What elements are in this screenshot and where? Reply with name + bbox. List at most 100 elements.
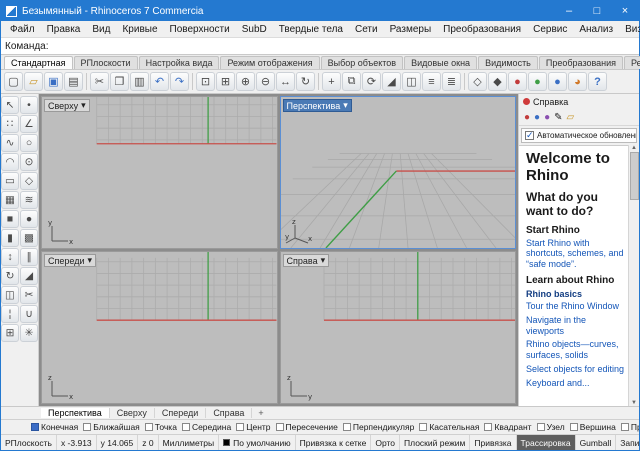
tool-scale-button[interactable]: ◢ bbox=[20, 267, 38, 285]
close-button[interactable]: × bbox=[611, 1, 639, 21]
toolbar-save-button[interactable]: ▣ bbox=[44, 72, 63, 91]
osnap-end[interactable]: Конечная bbox=[31, 422, 78, 432]
tool-arc-button[interactable]: ◠ bbox=[1, 153, 19, 171]
osnap-toggle[interactable]: Привязка bbox=[470, 435, 516, 450]
osnap-point-checkbox[interactable] bbox=[145, 423, 153, 431]
menu-transform[interactable]: Преобразования bbox=[437, 23, 527, 36]
help-link-navigate[interactable]: Navigate in the viewports bbox=[526, 315, 625, 337]
osnap-near[interactable]: Ближайшая bbox=[83, 422, 140, 432]
edit-icon[interactable]: ✎ bbox=[554, 112, 562, 123]
tab-cplanes[interactable]: РПлоскости bbox=[74, 56, 138, 69]
tool-rectangle-button[interactable]: ▭ bbox=[1, 172, 19, 190]
toolbar-mirror-button[interactable]: ◫ bbox=[402, 72, 421, 91]
help-link-keyboard[interactable]: Keyboard and... bbox=[526, 378, 625, 389]
toolbar-properties-button[interactable]: ≣ bbox=[442, 72, 461, 91]
toolbar-pan-button[interactable]: ↔ bbox=[276, 72, 295, 91]
osnap-project-checkbox[interactable] bbox=[621, 423, 629, 431]
tool-split-button[interactable]: ¦ bbox=[1, 305, 19, 323]
viewport-top[interactable]: Сверху ▾ y x bbox=[41, 96, 278, 249]
menu-render[interactable]: Визуализация bbox=[619, 23, 640, 36]
toolbar-render-blue-button[interactable]: ● bbox=[548, 72, 567, 91]
menu-curves[interactable]: Кривые bbox=[116, 23, 163, 36]
web-icon[interactable]: ● bbox=[534, 112, 540, 123]
osnap-knot[interactable]: Узел bbox=[537, 422, 565, 432]
command-input[interactable] bbox=[53, 41, 639, 52]
osnap-near-checkbox[interactable] bbox=[83, 423, 91, 431]
help-link-start-rhino[interactable]: Start Rhino with shortcuts, schemes, and… bbox=[526, 238, 625, 270]
menu-surfaces[interactable]: Поверхности bbox=[164, 23, 236, 36]
toolbar-wireframe-button[interactable]: ◇ bbox=[468, 72, 487, 91]
planar-toggle[interactable]: Плоский режим bbox=[400, 435, 470, 450]
toolbar-rotate-view-button[interactable]: ↻ bbox=[296, 72, 315, 91]
osnap-mid[interactable]: Середина bbox=[182, 422, 231, 432]
osnap-end-checkbox[interactable] bbox=[31, 423, 39, 431]
scroll-down-arrow-icon[interactable]: ▼ bbox=[631, 400, 637, 406]
viewport-perspective-label[interactable]: Перспектива ▾ bbox=[283, 99, 352, 112]
viewport-menu-caret-icon[interactable]: ▾ bbox=[81, 100, 86, 111]
tool-group-button[interactable]: ⊞ bbox=[1, 324, 19, 342]
tab-display-mode[interactable]: Режим отображения bbox=[220, 56, 319, 69]
toolbar-zoom-window-button[interactable]: ⊞ bbox=[216, 72, 235, 91]
menu-tools[interactable]: Сервис bbox=[527, 23, 573, 36]
toolbar-shaded-button[interactable]: ◆ bbox=[488, 72, 507, 91]
viewport-menu-caret-icon[interactable]: ▾ bbox=[343, 100, 348, 111]
viewport-right[interactable]: Справа ▾ z y bbox=[280, 251, 517, 404]
record-history-toggle[interactable]: Запись истории bbox=[616, 435, 639, 450]
tool-polygon-button[interactable]: ◇ bbox=[20, 172, 38, 190]
toolbar-render-multi-button[interactable]: ◕ bbox=[568, 72, 587, 91]
tool-copy-button[interactable]: ∥ bbox=[20, 248, 38, 266]
open-icon[interactable]: ▱ bbox=[567, 112, 575, 123]
scrollbar-thumb[interactable] bbox=[630, 152, 639, 200]
tool-curve-button[interactable]: ∿ bbox=[1, 134, 19, 152]
toolbar-cut-button[interactable]: ✂ bbox=[90, 72, 109, 91]
toolbar-paste-button[interactable]: ▥ bbox=[130, 72, 149, 91]
maximize-button[interactable]: □ bbox=[583, 1, 611, 21]
layer-button[interactable]: По умолчанию bbox=[219, 435, 295, 450]
osnap-vertex[interactable]: Вершина bbox=[570, 422, 616, 432]
tool-trim-button[interactable]: ✂ bbox=[20, 286, 38, 304]
menu-file[interactable]: Файл bbox=[4, 23, 41, 36]
tab-viewports[interactable]: Видовые окна bbox=[404, 56, 477, 69]
tool-cylinder-button[interactable]: ▮ bbox=[1, 229, 19, 247]
tool-point-button[interactable]: • bbox=[20, 96, 38, 114]
viewport-tab-perspective[interactable]: Перспектива bbox=[41, 408, 110, 418]
menu-edit[interactable]: Правка bbox=[41, 23, 87, 36]
toolbar-zoom-in-button[interactable]: ⊕ bbox=[236, 72, 255, 91]
toolbar-redo-button[interactable]: ↷ bbox=[170, 72, 189, 91]
viewport-tab-top[interactable]: Сверху bbox=[110, 408, 155, 418]
help-link-objects[interactable]: Rhino objects—curves, surfaces, solids bbox=[526, 339, 625, 361]
tool-ellipse-button[interactable]: ⊙ bbox=[20, 153, 38, 171]
toolbar-zoom-extents-button[interactable]: ⊡ bbox=[196, 72, 215, 91]
menu-meshes[interactable]: Сети bbox=[349, 23, 384, 36]
toolbar-scale-button[interactable]: ◢ bbox=[382, 72, 401, 91]
viewport-front-label[interactable]: Спереди ▾ bbox=[44, 254, 96, 267]
toolbar-new-file-button[interactable]: ▢ bbox=[4, 72, 23, 91]
help-link-select[interactable]: Select objects for editing bbox=[526, 364, 625, 375]
tab-select-objects[interactable]: Выбор объектов bbox=[321, 56, 403, 69]
tool-mesh-button[interactable]: ▩ bbox=[20, 229, 38, 247]
tool-select-button[interactable]: ↖ bbox=[1, 96, 19, 114]
toolbar-undo-button[interactable]: ↶ bbox=[150, 72, 169, 91]
tool-box-button[interactable]: ■ bbox=[1, 210, 19, 228]
tab-transform[interactable]: Преобразования bbox=[539, 56, 623, 69]
tab-view-setup[interactable]: Настройка вида bbox=[139, 56, 220, 69]
tool-sphere-button[interactable]: ● bbox=[20, 210, 38, 228]
tool-circle-button[interactable]: ○ bbox=[20, 134, 38, 152]
toolbar-render-red-button[interactable]: ● bbox=[508, 72, 527, 91]
osnap-center-checkbox[interactable] bbox=[236, 423, 244, 431]
osnap-project[interactable]: Проекция bbox=[621, 422, 639, 432]
tab-visibility[interactable]: Видимость bbox=[478, 56, 538, 69]
osnap-tangent-checkbox[interactable] bbox=[419, 423, 427, 431]
osnap-knot-checkbox[interactable] bbox=[537, 423, 545, 431]
help-doc-icon[interactable]: ● bbox=[524, 112, 530, 123]
menu-subd[interactable]: SubD bbox=[236, 23, 273, 36]
viewport-front[interactable]: Спереди ▾ z x bbox=[41, 251, 278, 404]
menu-view[interactable]: Вид bbox=[86, 23, 116, 36]
viewport-menu-caret-icon[interactable]: ▾ bbox=[321, 255, 326, 266]
tool-surface-button[interactable]: ▦ bbox=[1, 191, 19, 209]
menu-solids[interactable]: Твердые тела bbox=[273, 23, 349, 36]
osnap-quadrant-checkbox[interactable] bbox=[484, 423, 492, 431]
toolbar-layers-button[interactable]: ≡ bbox=[422, 72, 441, 91]
tab-curve-edit[interactable]: Редакт. кривых bbox=[624, 56, 640, 69]
toolbar-print-button[interactable]: ▤ bbox=[64, 72, 83, 91]
